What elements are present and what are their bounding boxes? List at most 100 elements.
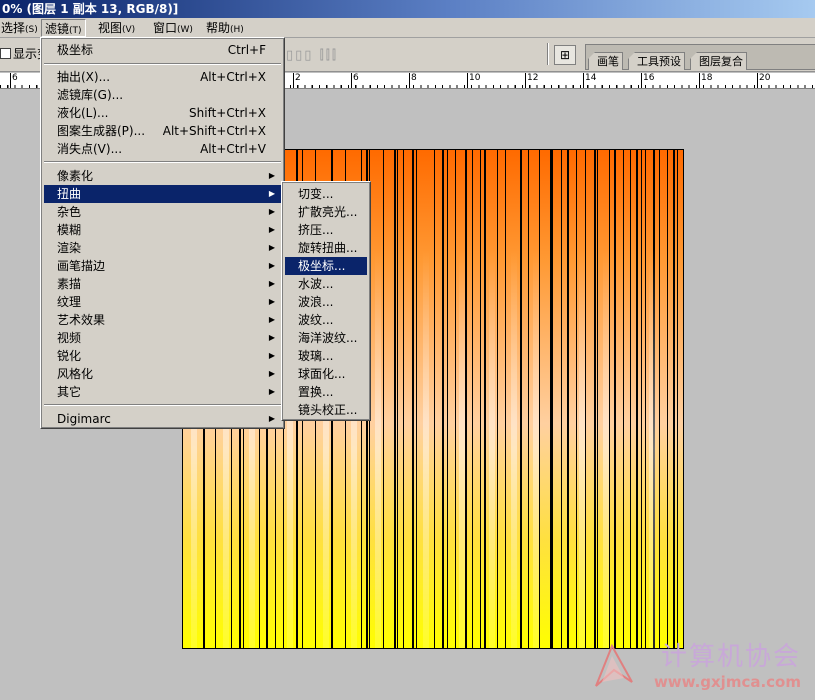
submenu-arrow-icon: ▶ bbox=[268, 207, 275, 216]
menu-view[interactable]: 视图(V) bbox=[95, 19, 138, 37]
menu-window-accel: (W) bbox=[177, 25, 193, 35]
canvas-stripe bbox=[397, 150, 398, 648]
canvas-stripe bbox=[472, 150, 473, 648]
menu-item-label: 渲染 bbox=[57, 241, 82, 255]
menu-item-shortcut: Ctrl+F bbox=[227, 43, 266, 57]
distort-item-ocean-ripple[interactable]: 海洋波纹... bbox=[285, 329, 367, 347]
submenu-other[interactable]: 其它 ▶ bbox=[44, 383, 281, 401]
menu-item-label: 视频 bbox=[57, 331, 82, 345]
menu-item-label: 锐化 bbox=[57, 349, 82, 363]
menu-item-label: 其它 bbox=[57, 385, 82, 399]
distort-item-displace[interactable]: 置换... bbox=[285, 383, 367, 401]
ruler-tick bbox=[583, 73, 584, 88]
submenu-arrow-icon: ▶ bbox=[268, 387, 275, 396]
menu-item-pattern-maker[interactable]: 图案生成器(P)... Alt+Shift+Ctrl+X bbox=[44, 122, 281, 140]
canvas-stripe bbox=[561, 150, 562, 648]
menu-item-label: 风格化 bbox=[57, 367, 94, 381]
ruler-tick bbox=[525, 73, 526, 88]
canvas-stripe bbox=[667, 150, 668, 648]
palette-well-icon[interactable]: ⊞ bbox=[554, 45, 576, 65]
submenu-stylize[interactable]: 风格化 ▶ bbox=[44, 365, 281, 383]
canvas-stripe bbox=[641, 150, 642, 648]
distort-item-wave[interactable]: 波浪... bbox=[285, 293, 367, 311]
tab-tool-presets[interactable]: 工具预设 bbox=[628, 52, 685, 70]
submenu-blur[interactable]: 模糊 ▶ bbox=[44, 221, 281, 239]
submenu-sketch[interactable]: 素描 ▶ bbox=[44, 275, 281, 293]
canvas-stripe bbox=[394, 150, 396, 648]
distort-item-spherize[interactable]: 球面化... bbox=[285, 365, 367, 383]
distort-item-polar-coordinates[interactable]: 极坐标... bbox=[285, 257, 367, 275]
ruler-label: 8 bbox=[411, 73, 417, 83]
canvas-stripe bbox=[630, 150, 631, 648]
ruler-label: 6 bbox=[353, 73, 359, 83]
tab-layer-comps[interactable]: 图层复合 bbox=[690, 52, 747, 70]
canvas-highlight bbox=[375, 150, 381, 648]
canvas-stripe bbox=[673, 150, 675, 648]
menu-item-extract[interactable]: 抽出(X)... Alt+Ctrl+X bbox=[44, 68, 281, 86]
menu-select[interactable]: 选择(S) bbox=[0, 19, 41, 37]
submenu-brush-strokes[interactable]: 画笔描边 ▶ bbox=[44, 257, 281, 275]
ruler-label: 12 bbox=[527, 73, 539, 83]
distort-item-zigzag[interactable]: 水波... bbox=[285, 275, 367, 293]
canvas-stripe bbox=[609, 150, 610, 648]
canvas-stripe bbox=[455, 150, 456, 648]
distort-item-pinch[interactable]: 挤压... bbox=[285, 221, 367, 239]
menu-bar: 选择(S) 滤镜(T) 视图(V) 窗口(W) 帮助(H) bbox=[0, 18, 815, 38]
submenu-noise[interactable]: 杂色 ▶ bbox=[44, 203, 281, 221]
submenu-video[interactable]: 视频 ▶ bbox=[44, 329, 281, 347]
menu-separator bbox=[44, 161, 281, 163]
menu-item-liquify[interactable]: 液化(L)... Shift+Ctrl+X bbox=[44, 104, 281, 122]
menu-item-filter-gallery[interactable]: 滤镜库(G)... bbox=[44, 86, 281, 104]
canvas-stripe bbox=[480, 150, 481, 648]
menu-item-label: 极坐标 bbox=[57, 43, 94, 57]
distort-item-lens-correction[interactable]: 镜头校正... bbox=[285, 401, 367, 419]
menu-item-last-filter[interactable]: 极坐标 Ctrl+F bbox=[44, 41, 281, 59]
canvas-stripe bbox=[552, 150, 553, 648]
distort-item-diffuse-glow[interactable]: 扩散亮光... bbox=[285, 203, 367, 221]
tab-brushes[interactable]: 画笔 bbox=[588, 52, 623, 70]
distort-submenu: 切变... 扩散亮光... 挤压... 旋转扭曲... 极坐标... 水波...… bbox=[281, 181, 371, 421]
canvas-stripe bbox=[636, 150, 638, 648]
submenu-arrow-icon: ▶ bbox=[268, 189, 275, 198]
submenu-arrow-icon: ▶ bbox=[268, 279, 275, 288]
canvas-stripe bbox=[434, 150, 435, 648]
submenu-pixelate[interactable]: 像素化 ▶ bbox=[44, 167, 281, 185]
distort-item-ripple[interactable]: 波纹... bbox=[285, 311, 367, 329]
watermark-logo-icon bbox=[595, 643, 633, 687]
menu-item-label: 艺术效果 bbox=[57, 313, 106, 327]
canvas-stripe bbox=[585, 150, 586, 648]
distribute-icons[interactable]: ▯▯▯ ⫿⫿⫿ bbox=[286, 48, 338, 63]
distort-item-glass[interactable]: 玻璃... bbox=[285, 347, 367, 365]
menu-item-shortcut: Alt+Ctrl+V bbox=[200, 142, 266, 156]
menu-item-label: 图案生成器(P)... bbox=[57, 124, 146, 138]
canvas-stripe bbox=[597, 150, 598, 648]
ruler-tick bbox=[757, 73, 758, 88]
submenu-digimarc[interactable]: Digimarc ▶ bbox=[44, 410, 281, 428]
menu-filter[interactable]: 滤镜(T) bbox=[41, 19, 86, 37]
submenu-sharpen[interactable]: 锐化 ▶ bbox=[44, 347, 281, 365]
distort-item-shear[interactable]: 切变... bbox=[285, 185, 367, 203]
distort-item-twirl[interactable]: 旋转扭曲... bbox=[285, 239, 367, 257]
menu-help[interactable]: 帮助(H) bbox=[203, 19, 247, 37]
menu-item-label: 扭曲 bbox=[57, 187, 82, 201]
menu-separator bbox=[44, 63, 281, 65]
canvas-highlight bbox=[489, 150, 495, 648]
submenu-distort[interactable]: 扭曲 ▶ bbox=[44, 185, 281, 203]
submenu-render[interactable]: 渲染 ▶ bbox=[44, 239, 281, 257]
menu-view-accel: (V) bbox=[122, 25, 136, 35]
ruler-label: 18 bbox=[701, 73, 713, 83]
menu-item-label: 画笔描边 bbox=[57, 259, 106, 273]
submenu-arrow-icon: ▶ bbox=[268, 261, 275, 270]
checkbox-box[interactable] bbox=[0, 48, 11, 59]
canvas-highlight bbox=[533, 150, 539, 648]
submenu-texture[interactable]: 纹理 ▶ bbox=[44, 293, 281, 311]
submenu-arrow-icon: ▶ bbox=[268, 369, 275, 378]
menu-window[interactable]: 窗口(W) bbox=[150, 19, 196, 37]
submenu-artistic[interactable]: 艺术效果 ▶ bbox=[44, 311, 281, 329]
menu-item-vanishing-point[interactable]: 消失点(V)... Alt+Ctrl+V bbox=[44, 140, 281, 158]
submenu-arrow-icon: ▶ bbox=[268, 315, 275, 324]
canvas-highlight bbox=[649, 150, 655, 648]
toolbar-divider bbox=[547, 43, 549, 65]
ruler-label: 10 bbox=[469, 73, 481, 83]
menu-item-shortcut: Alt+Shift+Ctrl+X bbox=[162, 124, 266, 138]
